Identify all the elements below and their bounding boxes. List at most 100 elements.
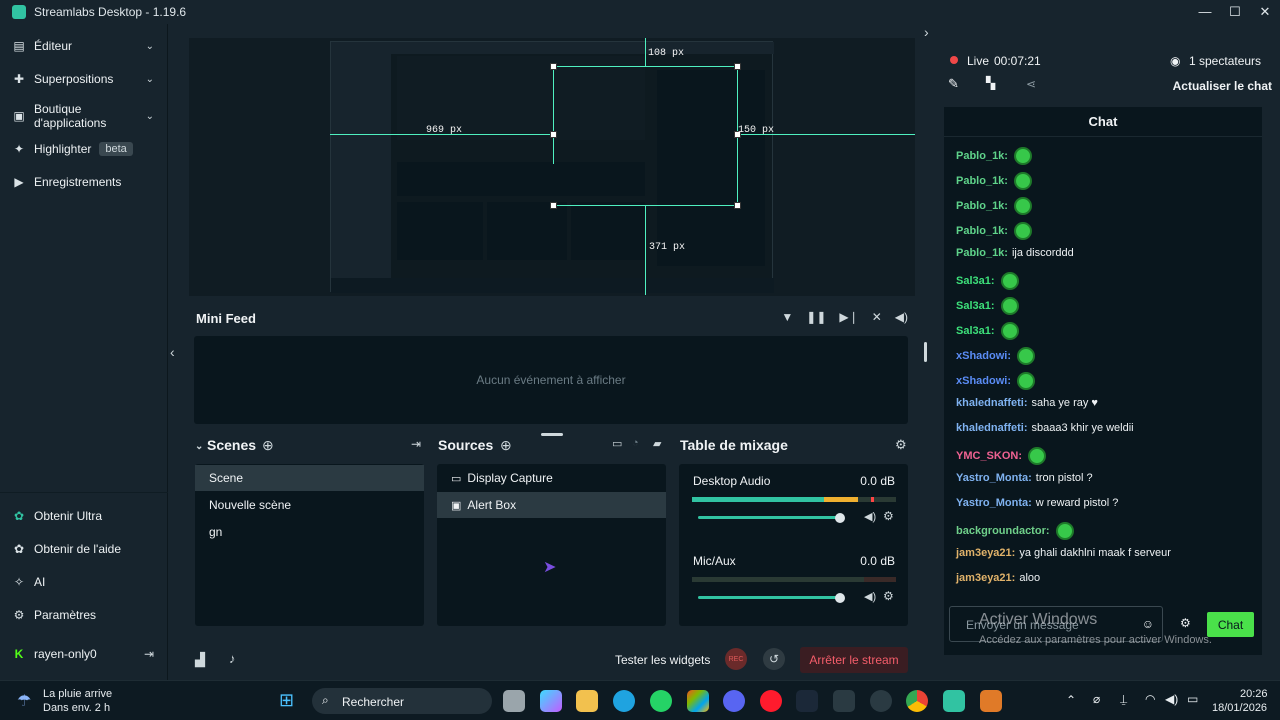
edge-icon[interactable]: [613, 690, 635, 712]
sidebar-item-highlighter[interactable]: ✦ Highlighter beta: [0, 139, 168, 159]
chat-username[interactable]: Sal3a1:: [956, 275, 995, 287]
clip-icon[interactable]: ▚: [986, 76, 995, 90]
rec-button[interactable]: REC: [725, 648, 747, 670]
list-item[interactable]: gn: [195, 519, 424, 545]
collapse-right-icon[interactable]: ›: [924, 24, 929, 40]
steam-icon[interactable]: [796, 690, 818, 712]
sidebar-item-ultra[interactable]: ✿ Obtenir Ultra: [0, 506, 168, 526]
obs-icon[interactable]: [870, 690, 892, 712]
wifi-icon[interactable]: ◠: [1145, 692, 1155, 706]
chat-username[interactable]: khalednaffeti:: [956, 397, 1028, 409]
chat-settings-icon[interactable]: ⚙: [1180, 616, 1191, 630]
source-properties-icon[interactable]: ◔: [632, 437, 639, 449]
skip-icon[interactable]: ▶❘: [839, 310, 858, 324]
volume-icon[interactable]: ◀): [895, 310, 908, 324]
store-icon[interactable]: [687, 690, 709, 712]
notifications-icon[interactable]: ♪: [229, 651, 236, 666]
refresh-chat-button[interactable]: Actualiser le chat: [1173, 79, 1272, 93]
resize-handle[interactable]: [550, 131, 557, 138]
task-view-icon[interactable]: [503, 690, 525, 712]
filter-icon[interactable]: ▼: [781, 310, 793, 324]
chat-username[interactable]: Sal3a1:: [956, 300, 995, 312]
chat-username[interactable]: Yastro_Monta:: [956, 472, 1032, 484]
add-scene-icon[interactable]: ⊕: [262, 437, 274, 454]
gear-icon[interactable]: ⚙: [883, 589, 894, 603]
add-source-icon[interactable]: ⊕: [500, 437, 512, 454]
chevron-up-icon[interactable]: ⌃: [1066, 693, 1076, 707]
volume-slider-knob[interactable]: [835, 513, 845, 523]
collapse-left-icon[interactable]: ‹: [170, 344, 175, 360]
stream-preview[interactable]: 108 px 969 px 150 px 371 px: [189, 38, 915, 296]
add-folder-icon[interactable]: ▰: [653, 437, 661, 450]
sidebar-item-help[interactable]: ✿ Obtenir de l'aide: [0, 539, 168, 559]
mixer-settings-icon[interactable]: ⚙: [895, 437, 907, 453]
chevron-down-icon[interactable]: ⌄: [195, 441, 203, 452]
source-toggle-icon[interactable]: ▭: [612, 437, 622, 450]
sidebar-item-parametres[interactable]: ⚙ Paramètres: [0, 605, 168, 625]
sidebar-item-account[interactable]: K rayen-only0 ⇥: [0, 644, 168, 664]
list-item[interactable]: Scene: [195, 465, 424, 491]
stop-stream-button[interactable]: Arrêter le stream: [800, 647, 908, 673]
clock-time[interactable]: 20:26: [1240, 688, 1268, 700]
resize-handle[interactable]: [550, 202, 557, 209]
sidebar-item-editeur[interactable]: ▤ Éditeur ⌄: [0, 36, 168, 56]
edit-icon[interactable]: ✎: [948, 76, 959, 92]
file-explorer-icon[interactable]: [576, 690, 598, 712]
weather-title[interactable]: La pluie arrive: [43, 688, 112, 700]
maximize-button[interactable]: ☐: [1220, 0, 1250, 24]
chat-username[interactable]: Sal3a1:: [956, 325, 995, 337]
gear-icon[interactable]: ⚙: [883, 509, 894, 523]
volume-slider[interactable]: [698, 596, 840, 599]
mute-alerts-icon[interactable]: ✕: [872, 310, 882, 324]
resize-handle[interactable]: [734, 202, 741, 209]
chat-username[interactable]: Pablo_1k:: [956, 247, 1008, 259]
chat-username[interactable]: jam3eya21:: [956, 547, 1015, 559]
performance-icon[interactable]: ▟: [195, 652, 205, 668]
resize-handle[interactable]: [924, 342, 927, 362]
drag-handle[interactable]: [541, 433, 563, 436]
taskbar-search[interactable]: ⌕ Rechercher: [312, 688, 492, 714]
nvidia-icon[interactable]: [833, 690, 855, 712]
network-off-icon[interactable]: ⌀: [1093, 692, 1100, 706]
chat-username[interactable]: khalednaffeti:: [956, 422, 1028, 434]
volume-slider-knob[interactable]: [835, 593, 845, 603]
chat-username[interactable]: Pablo_1k:: [956, 175, 1008, 187]
volume-icon[interactable]: ◀): [864, 590, 876, 603]
opera-icon[interactable]: [760, 690, 782, 712]
chat-username[interactable]: Pablo_1k:: [956, 200, 1008, 212]
whatsapp-icon[interactable]: [650, 690, 672, 712]
list-item[interactable]: ▣ Alert Box: [437, 492, 666, 518]
battery-icon[interactable]: ▭: [1187, 692, 1198, 706]
list-item[interactable]: ▭ Display Capture: [437, 465, 666, 491]
logout-icon[interactable]: ⇥: [144, 647, 154, 661]
list-item[interactable]: Nouvelle scène: [195, 492, 424, 518]
chat-username[interactable]: YMC_SKON:: [956, 450, 1022, 462]
volume-icon[interactable]: ◀): [1165, 692, 1178, 706]
chat-username[interactable]: Pablo_1k:: [956, 150, 1008, 162]
close-button[interactable]: ✕: [1250, 0, 1280, 24]
emoji-icon[interactable]: ☺: [1142, 617, 1154, 631]
copilot-icon[interactable]: [540, 690, 562, 712]
resize-handle[interactable]: [734, 63, 741, 70]
sidebar-item-enregistrements[interactable]: ▶ Enregistrements: [0, 172, 168, 192]
chrome-icon[interactable]: [906, 690, 928, 712]
scene-transitions-icon[interactable]: ⇥: [411, 437, 421, 451]
pause-icon[interactable]: ❚❚: [806, 310, 826, 324]
chat-username[interactable]: xShadowi:: [956, 350, 1011, 362]
chat-username[interactable]: jam3eya21:: [956, 572, 1015, 584]
chat-username[interactable]: backgroundactor:: [956, 525, 1050, 537]
replay-buffer-icon[interactable]: ↺: [763, 648, 785, 670]
microphone-icon[interactable]: ⍊: [1120, 692, 1127, 707]
windows-start-icon[interactable]: ⊞: [279, 690, 294, 711]
volume-icon[interactable]: ◀): [864, 510, 876, 523]
volume-slider[interactable]: [698, 516, 840, 519]
streamlabs-icon[interactable]: [943, 690, 965, 712]
test-widgets-button[interactable]: Tester les widgets: [615, 653, 710, 667]
sidebar-item-ai[interactable]: ✧ AI: [0, 572, 168, 592]
resize-handle[interactable]: [550, 63, 557, 70]
sidebar-item-boutique[interactable]: ▣ Boutique d'applications ⌄: [0, 100, 168, 132]
send-chat-button[interactable]: Chat: [1207, 612, 1254, 637]
chat-username[interactable]: xShadowi:: [956, 375, 1011, 387]
chat-username[interactable]: Yastro_Monta:: [956, 497, 1032, 509]
sidebar-item-superpositions[interactable]: ✚ Superpositions ⌄: [0, 69, 168, 89]
